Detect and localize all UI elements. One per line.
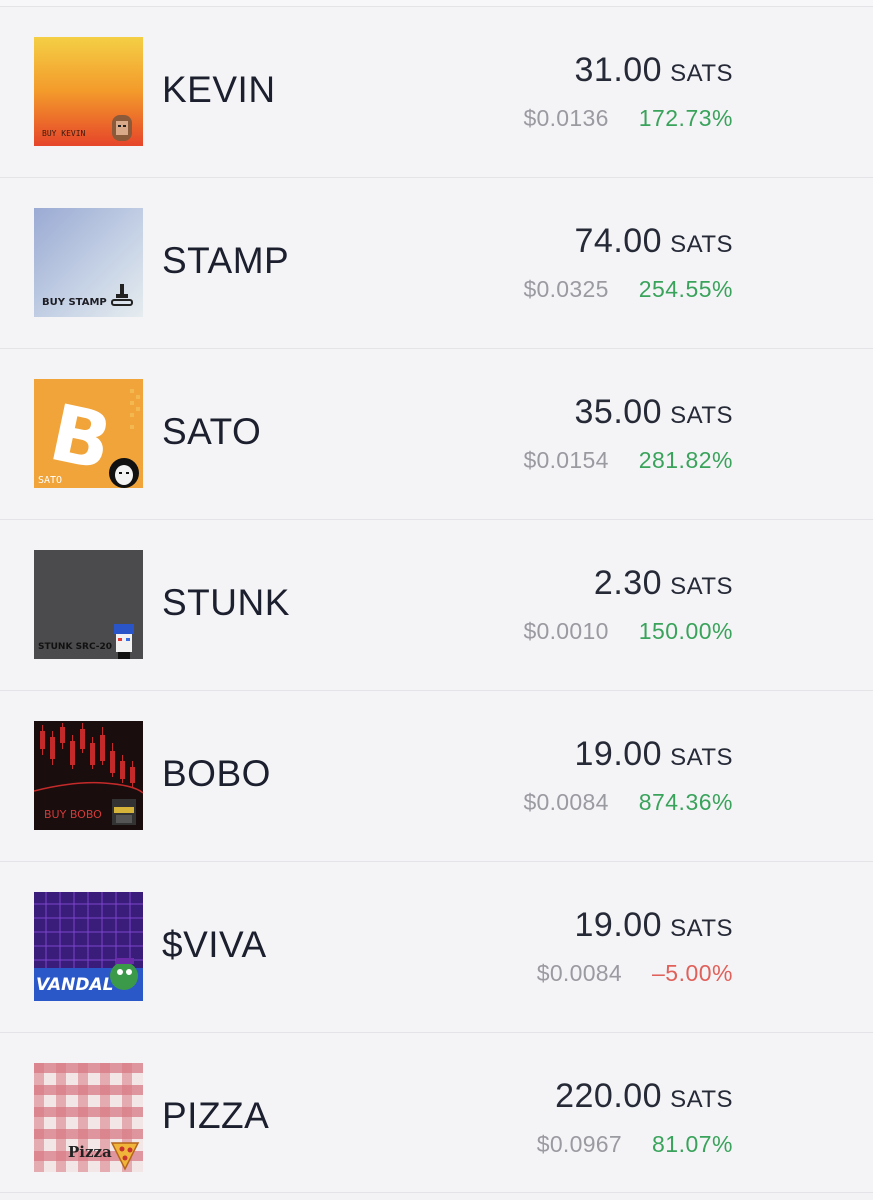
price-sub: $0.0010 150.00% [523,618,733,645]
percent-change: –5.00% [651,960,733,986]
usd-price: $0.0154 [523,447,609,473]
usd-price: $0.0136 [523,105,609,131]
token-row-stamp[interactable]: BUY STAMP STAMP 74.00 SATS $0.0325 254.55% [0,178,873,349]
percent-change: 254.55% [638,276,733,302]
price-sats: 19.00 SATS [575,906,734,945]
token-row-pizza[interactable]: Pizza PIZZA 220.00 SATS $0.0967 81.07% [0,1033,873,1193]
bobo-token-logo: BUY BOBO [34,721,143,830]
svg-text:VANDAL: VANDAL [36,975,114,995]
price-sub: $0.0325 254.55% [523,276,733,303]
usd-price: $0.0084 [536,960,622,986]
token-row-sato[interactable]: B SATO SATO 35.00 SATS $0.0154 281.82% [0,349,873,520]
stunk-token-logo: STUNK SRC-20 [34,550,143,659]
sato-token-logo: B SATO [34,379,143,488]
viva-token-logo: VANDAL [34,892,143,1001]
price-value: 74.00 [574,222,663,260]
price-value: 31.00 [574,51,663,89]
price-unit: SATS [670,60,733,87]
price-value: 19.00 [574,906,663,944]
percent-change: 281.82% [638,447,733,473]
usd-price: $0.0325 [523,276,609,302]
token-row-kevin[interactable]: BUY KEVIN KEVIN 31.00 SATS $0.0136 172.73% [0,7,873,178]
stamp-token-logo: BUY STAMP [34,208,143,317]
svg-text:Pizza: Pizza [68,1143,112,1161]
token-ticker: BOBO [162,753,271,794]
usd-price: $0.0010 [523,618,609,644]
svg-text:BUY BOBO: BUY BOBO [44,808,102,821]
percent-change: 150.00% [638,618,733,644]
price-sub: $0.0967 81.07% [537,1131,733,1158]
svg-text:STUNK SRC-20: STUNK SRC-20 [38,642,112,652]
token-row-bobo[interactable]: BUY BOBO BOBO 19.00 SATS $0.0084 874.36% [0,691,873,862]
token-row-stunk[interactable]: STUNK SRC-20 STUNK 2.30 SATS $0.0010 150.0… [0,520,873,691]
price-sats: 74.00 SATS [575,222,734,261]
token-ticker: PIZZA [162,1095,270,1136]
price-value: 2.30 [593,564,663,602]
svg-text:BUY STAMP: BUY STAMP [42,297,107,308]
price-sats: 31.00 SATS [575,51,734,90]
price-value: 220.00 [555,1077,663,1115]
token-ticker: STUNK [162,582,290,623]
token-ticker: $VIVA [162,924,267,965]
svg-text:SATO: SATO [38,475,62,486]
kevin-token-logo: BUY KEVIN [34,37,143,146]
price-sats: 35.00 SATS [575,393,734,432]
price-unit: SATS [670,231,733,258]
price-unit: SATS [670,915,733,942]
token-ticker: KEVIN [162,69,276,110]
percent-change: 874.36% [638,789,733,815]
usd-price: $0.0967 [536,1131,622,1157]
price-sub: $0.0154 281.82% [523,447,733,474]
price-unit: SATS [670,1086,733,1113]
price-sats: 2.30 SATS [594,564,733,603]
price-sub: $0.0084 –5.00% [537,960,733,987]
token-list: BUY KEVIN KEVIN 31.00 SATS $0.0136 172.73% [0,7,873,1193]
price-value: 19.00 [574,735,663,773]
price-unit: SATS [670,744,733,771]
token-ticker: SATO [162,411,262,452]
price-sats: 220.00 SATS [555,1077,733,1116]
price-value: 35.00 [574,393,663,431]
price-unit: SATS [670,402,733,429]
price-sub: $0.0136 172.73% [523,105,733,132]
price-sub: $0.0084 874.36% [523,789,733,816]
usd-price: $0.0084 [523,789,609,815]
percent-change: 172.73% [638,105,733,131]
price-unit: SATS [670,573,733,600]
token-ticker: STAMP [162,240,290,281]
token-row-viva[interactable]: VANDAL $VIVA 19.00 SATS $0.0084 –5.00% [0,862,873,1033]
list-top-edge [0,0,873,7]
svg-text:BUY KEVIN: BUY KEVIN [42,129,86,138]
price-sats: 19.00 SATS [575,735,734,774]
pizza-token-logo: Pizza [34,1063,143,1172]
percent-change: 81.07% [651,1131,733,1157]
